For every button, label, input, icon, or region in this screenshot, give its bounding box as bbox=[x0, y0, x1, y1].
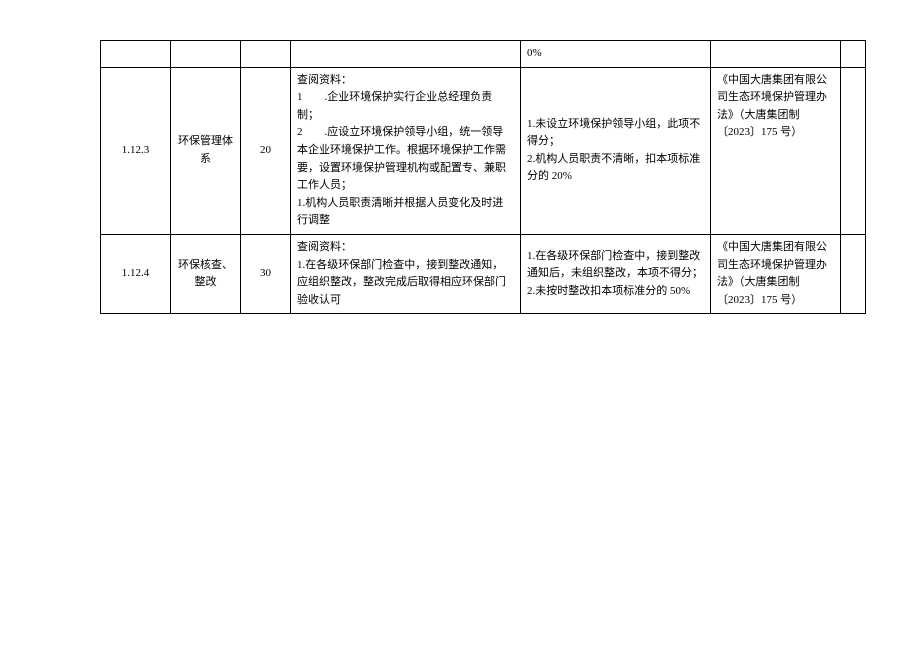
cell-criteria: 0% bbox=[521, 41, 711, 68]
cell-name bbox=[171, 41, 241, 68]
cell-desc: 查阅资料：1 .企业环境保护实行企业总经理负责制；2 .应设立环境保护领导小组，… bbox=[291, 67, 521, 234]
cell-name: 环保核查、整改 bbox=[171, 234, 241, 313]
assessment-table: 0% 1.12.3 环保管理体系 20 查阅资料：1 .企业环境保护实行企业总经… bbox=[100, 40, 866, 314]
cell-desc bbox=[291, 41, 521, 68]
cell-ref: 《中国大唐集团有限公司生态环境保护管理办法》（大唐集团制〔2023〕175 号） bbox=[711, 67, 841, 234]
cell-desc: 查阅资料：1.在各级环保部门检查中，接到整改通知，应组织整改，整改完成后取得相应… bbox=[291, 234, 521, 313]
cell-name: 环保管理体系 bbox=[171, 67, 241, 234]
cell-criteria: 1.在各级环保部门检查中，接到整改通知后，未组织整改，本项不得分；2.未按时整改… bbox=[521, 234, 711, 313]
table-row: 1.12.4 环保核查、整改 30 查阅资料：1.在各级环保部门检查中，接到整改… bbox=[101, 234, 866, 313]
cell-last bbox=[841, 234, 866, 313]
cell-last bbox=[841, 41, 866, 68]
cell-score: 20 bbox=[241, 67, 291, 234]
cell-ref: 《中国大唐集团有限公司生态环境保护管理办法》（大唐集团制〔2023〕175 号） bbox=[711, 234, 841, 313]
cell-last bbox=[841, 67, 866, 234]
cell-score: 30 bbox=[241, 234, 291, 313]
cell-score bbox=[241, 41, 291, 68]
cell-id bbox=[101, 41, 171, 68]
cell-ref bbox=[711, 41, 841, 68]
table-row: 0% bbox=[101, 41, 866, 68]
cell-criteria: 1.未设立环境保护领导小组，此项不得分；2.机构人员职责不清晰，扣本项标准分的 … bbox=[521, 67, 711, 234]
cell-id: 1.12.3 bbox=[101, 67, 171, 234]
table-row: 1.12.3 环保管理体系 20 查阅资料：1 .企业环境保护实行企业总经理负责… bbox=[101, 67, 866, 234]
cell-id: 1.12.4 bbox=[101, 234, 171, 313]
